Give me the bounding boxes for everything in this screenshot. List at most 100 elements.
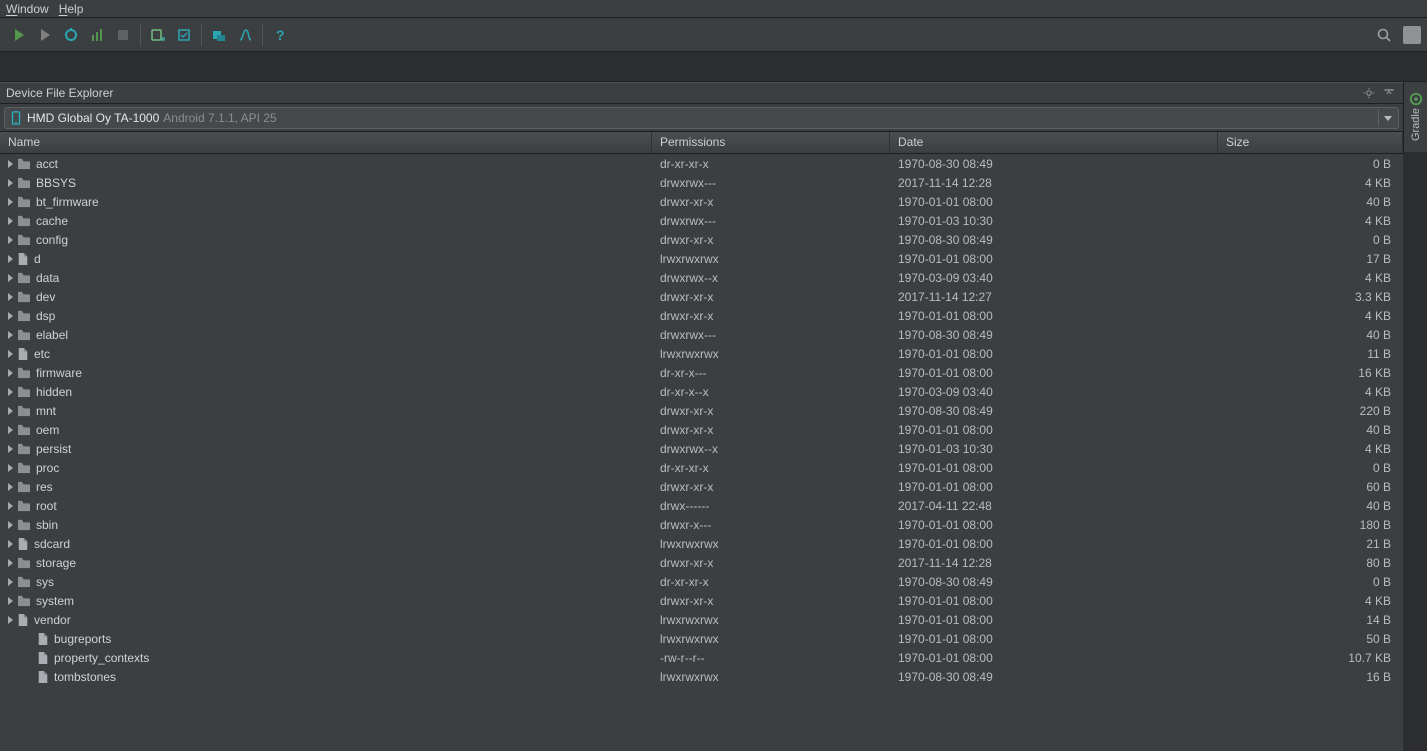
expand-icon[interactable] [8,445,13,453]
expand-icon[interactable] [8,369,13,377]
table-row[interactable]: bt_firmwaredrwxr-xr-x1970-01-01 08:0040 … [0,192,1403,211]
expand-icon[interactable] [8,540,13,548]
table-row[interactable]: cachedrwxrwx---1970-01-03 10:304 KB [0,211,1403,230]
table-row[interactable]: oemdrwxr-xr-x1970-01-01 08:0040 B [0,420,1403,439]
date-cell: 1970-08-30 08:49 [890,328,1218,342]
file-name-label: property_contexts [54,651,149,665]
table-row[interactable]: configdrwxr-xr-x1970-08-30 08:490 B [0,230,1403,249]
date-cell: 2017-04-11 22:48 [890,499,1218,513]
expand-icon[interactable] [8,407,13,415]
sync-gradle-icon[interactable] [206,22,232,48]
table-row[interactable]: etclrwxrwxrwx1970-01-01 08:0011 B [0,344,1403,363]
expand-icon[interactable] [8,597,13,605]
table-row[interactable]: sdcardlrwxrwxrwx1970-01-01 08:0021 B [0,534,1403,553]
expand-icon[interactable] [8,502,13,510]
profile-icon[interactable] [84,22,110,48]
permissions-cell: lrwxrwxrwx [652,537,890,551]
expand-icon[interactable] [8,160,13,168]
debug-icon[interactable] [58,22,84,48]
date-cell: 1970-01-01 08:00 [890,613,1218,627]
run-icon[interactable] [6,22,32,48]
file-icon [17,613,29,627]
table-row[interactable]: procdr-xr-xr-x1970-01-01 08:000 B [0,458,1403,477]
expand-icon[interactable] [8,198,13,206]
file-name-label: oem [36,423,59,437]
table-row[interactable]: tombstoneslrwxrwxrwx1970-08-30 08:4916 B [0,667,1403,686]
folder-icon [17,196,31,208]
search-everywhere-icon[interactable] [1371,22,1397,48]
table-row[interactable]: elabeldrwxrwx---1970-08-30 08:4940 B [0,325,1403,344]
expand-icon[interactable] [8,521,13,529]
expand-icon[interactable] [8,274,13,282]
panel-title: Device File Explorer [6,86,113,100]
table-row[interactable]: devdrwxr-xr-x2017-11-14 12:273.3 KB [0,287,1403,306]
table-row[interactable]: datadrwxrwx--x1970-03-09 03:404 KB [0,268,1403,287]
sdk-manager-icon[interactable] [171,22,197,48]
expand-icon[interactable] [8,559,13,567]
expand-icon[interactable] [8,578,13,586]
folder-icon [17,595,31,607]
table-row[interactable]: dspdrwxr-xr-x1970-01-01 08:004 KB [0,306,1403,325]
user-avatar[interactable] [1403,26,1421,44]
stop-icon[interactable] [110,22,136,48]
gradle-tool-window-tab[interactable]: Gradle [1403,82,1427,152]
table-row[interactable]: acctdr-xr-xr-x1970-08-30 08:490 B [0,154,1403,173]
table-row[interactable]: vendorlrwxrwxrwx1970-01-01 08:0014 B [0,610,1403,629]
table-row[interactable]: sbindrwxr-x---1970-01-01 08:00180 B [0,515,1403,534]
layout-inspector-icon[interactable] [232,22,258,48]
expand-icon[interactable] [8,255,13,263]
col-header-size[interactable]: Size [1218,132,1403,153]
file-tree[interactable]: acctdr-xr-xr-x1970-08-30 08:490 BBBSYSdr… [0,154,1403,751]
table-row[interactable]: BBSYSdrwxrwx---2017-11-14 12:284 KB [0,173,1403,192]
menu-help[interactable]: Help [59,2,84,16]
table-row[interactable]: property_contexts-rw-r--r--1970-01-01 08… [0,648,1403,667]
expand-icon[interactable] [8,350,13,358]
expand-icon[interactable] [8,388,13,396]
permissions-cell: dr-xr-xr-x [652,461,890,475]
date-cell: 1970-08-30 08:49 [890,575,1218,589]
table-row[interactable]: mntdrwxr-xr-x1970-08-30 08:49220 B [0,401,1403,420]
col-header-permissions[interactable]: Permissions [652,132,890,153]
expand-icon[interactable] [8,293,13,301]
toolbar-separator [262,24,263,46]
avd-manager-icon[interactable] [145,22,171,48]
expand-icon[interactable] [8,483,13,491]
help-icon[interactable]: ? [267,22,293,48]
folder-icon [17,215,31,227]
table-row[interactable]: systemdrwxr-xr-x1970-01-01 08:004 KB [0,591,1403,610]
device-selector[interactable]: HMD Global Oy TA-1000 Android 7.1.1, API… [4,107,1399,129]
col-header-name[interactable]: Name [0,132,652,153]
expand-icon[interactable] [8,312,13,320]
file-name-label: data [36,271,59,285]
table-row[interactable]: storagedrwxr-xr-x2017-11-14 12:2880 B [0,553,1403,572]
toolbar-separator [140,24,141,46]
panel-settings-icon[interactable] [1361,85,1377,101]
expand-icon[interactable] [8,464,13,472]
table-row[interactable]: hiddendr-xr-x--x1970-03-09 03:404 KB [0,382,1403,401]
table-row[interactable]: rootdrwx------2017-04-11 22:4840 B [0,496,1403,515]
col-header-date[interactable]: Date [890,132,1218,153]
table-row[interactable]: bugreportslrwxrwxrwx1970-01-01 08:0050 B [0,629,1403,648]
folder-icon [17,405,31,417]
table-row[interactable]: dlrwxrwxrwx1970-01-01 08:0017 B [0,249,1403,268]
expand-icon[interactable] [8,217,13,225]
folder-icon [17,519,31,531]
date-cell: 1970-01-01 08:00 [890,518,1218,532]
file-name-label: cache [36,214,68,228]
expand-icon[interactable] [8,179,13,187]
table-row[interactable]: resdrwxr-xr-x1970-01-01 08:0060 B [0,477,1403,496]
table-row[interactable]: firmwaredr-xr-x---1970-01-01 08:0016 KB [0,363,1403,382]
date-cell: 1970-01-01 08:00 [890,423,1218,437]
panel-hide-icon[interactable] [1381,85,1397,101]
apply-changes-icon[interactable] [32,22,58,48]
expand-icon[interactable] [8,426,13,434]
permissions-cell: drwxrwx--- [652,214,890,228]
expand-icon[interactable] [8,236,13,244]
permissions-cell: lrwxrwxrwx [652,347,890,361]
menu-window[interactable]: Window [6,2,49,16]
table-row[interactable]: sysdr-xr-xr-x1970-08-30 08:490 B [0,572,1403,591]
table-row[interactable]: persistdrwxrwx--x1970-01-03 10:304 KB [0,439,1403,458]
size-cell: 4 KB [1218,594,1403,608]
expand-icon[interactable] [8,331,13,339]
expand-icon[interactable] [8,616,13,624]
